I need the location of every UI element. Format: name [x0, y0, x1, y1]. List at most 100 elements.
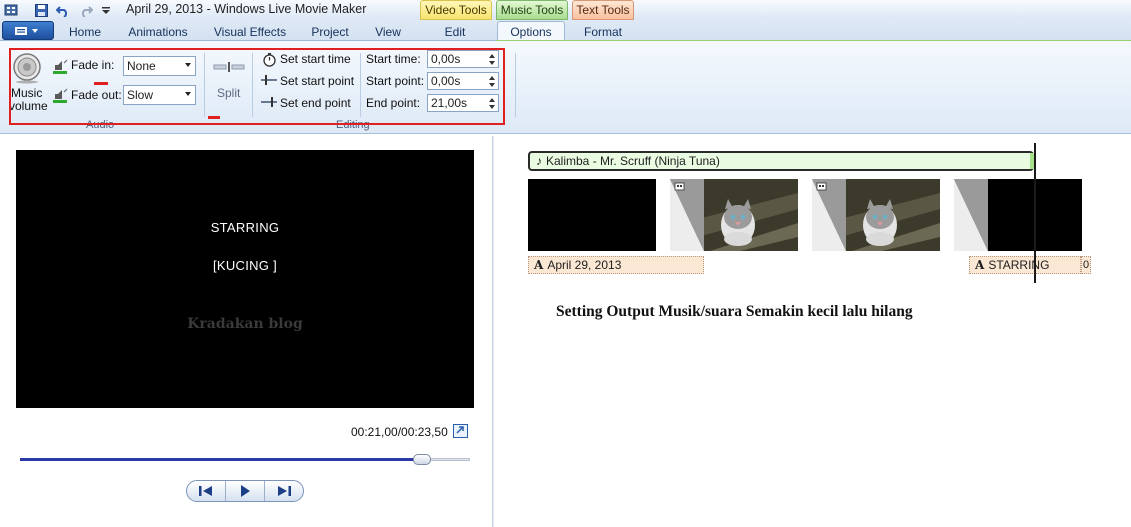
fade-in-label: Fade in: [71, 58, 115, 72]
watermark: Kradakan blog [187, 316, 303, 332]
music-volume-label-line2[interactable]: volume [9, 99, 48, 113]
set-start-time-button[interactable]: Set start time [280, 52, 351, 66]
music-note-icon: ♪ [536, 154, 542, 168]
fade-out-dropdown[interactable]: Slow [123, 85, 196, 105]
audio-group-label: Audio [86, 119, 115, 131]
ribbon-tab-row: Home Animations Visual Effects Project V… [0, 20, 1131, 42]
set-end-point-icon [261, 95, 277, 109]
app-icon[interactable] [2, 1, 20, 19]
music-volume-label-line1[interactable]: Music [11, 86, 42, 100]
play-icon [241, 485, 250, 497]
end-point-spinner[interactable]: 21,00s [427, 94, 499, 112]
preview-caption-line1: STARRING [210, 220, 280, 235]
caption-clip[interactable]: A April 29, 2013 [528, 256, 704, 274]
group-separator [515, 53, 516, 117]
caption-a-icon: A [534, 258, 544, 272]
set-start-point-button[interactable]: Set start point [280, 74, 354, 88]
end-point-label: End point: [366, 96, 421, 110]
playhead[interactable] [1034, 143, 1036, 283]
start-point-label: Start point: [366, 74, 425, 88]
video-clip-thumbnail[interactable] [812, 179, 940, 251]
spinner-up-icon[interactable] [489, 54, 495, 58]
file-menu-icon [15, 26, 38, 35]
context-group-music-tools: Music Tools [496, 0, 568, 20]
transition-thumbnail-image [954, 179, 1082, 251]
spinner-down-icon[interactable] [489, 105, 495, 109]
set-start-point-icon [261, 73, 277, 87]
tab-options[interactable]: Options [497, 21, 565, 42]
pane-divider[interactable] [492, 136, 494, 527]
save-icon[interactable] [32, 1, 50, 19]
window-title: April 29, 2013 - Windows Live Movie Make… [126, 2, 367, 16]
caption-clip-text: April 29, 2013 [547, 258, 622, 272]
tab-project[interactable]: Project [306, 23, 354, 41]
fade-out-icon [51, 86, 69, 104]
editing-group-label: Editing [336, 119, 370, 131]
seek-bar-progress [20, 458, 422, 461]
context-group-video-tools: Video Tools [420, 0, 492, 20]
tab-format[interactable]: Format [578, 23, 628, 41]
spinner-down-icon[interactable] [489, 83, 495, 87]
start-time-value: 0,00s [431, 52, 461, 66]
play-button[interactable] [226, 481, 265, 501]
fade-in-value: None [127, 59, 156, 73]
end-point-value: 21,00s [431, 96, 468, 110]
group-separator [360, 53, 361, 117]
split-button[interactable]: Split [217, 86, 240, 100]
tab-visual-effects[interactable]: Visual Effects [208, 23, 292, 41]
music-track-clip[interactable]: ♪ Kalimba - Mr. Scruff (Ninja Tuna) [528, 151, 1034, 171]
spinner-down-icon[interactable] [489, 61, 495, 65]
tab-animations[interactable]: Animations [122, 23, 194, 41]
fade-out-value: Slow [127, 88, 154, 102]
start-time-label: Start time: [366, 52, 421, 66]
set-end-point-button[interactable]: Set end point [280, 96, 351, 110]
group-separator [252, 53, 253, 117]
fade-out-label: Fade out: [71, 88, 122, 102]
video-clip-thumbnail[interactable] [528, 179, 656, 251]
caption-clip-text: 0 [1083, 259, 1090, 271]
kitten-thumbnail-image [670, 179, 798, 251]
video-clip-thumbnail[interactable] [670, 179, 798, 251]
stopwatch-icon [261, 51, 277, 67]
preview-timecode: 00:21,00/00:23,50 [351, 425, 448, 439]
file-menu-button[interactable] [2, 21, 54, 40]
context-group-text-tools: Text Tools [572, 0, 634, 20]
annotation-marker [94, 82, 108, 85]
playback-controls [186, 480, 304, 502]
start-point-spinner[interactable]: 0,00s [427, 72, 499, 90]
title-bar: April 29, 2013 - Windows Live Movie Make… [0, 0, 1131, 20]
tab-view[interactable]: View [368, 23, 408, 41]
caption-clip-text: STARRING [988, 258, 1050, 272]
spinner-up-icon[interactable] [489, 76, 495, 80]
split-icon[interactable] [213, 60, 245, 74]
customize-toolbar-icon[interactable] [97, 1, 115, 19]
caption-clip[interactable]: 0 [1081, 256, 1091, 274]
start-point-value: 0,00s [431, 74, 461, 88]
fade-in-icon [51, 57, 69, 75]
video-clip-thumbnail[interactable] [954, 179, 1082, 251]
chevron-down-icon [185, 92, 191, 96]
music-clip-title: Kalimba - Mr. Scruff (Ninja Tuna) [546, 154, 720, 168]
chevron-down-icon [185, 63, 191, 67]
spinner-up-icon[interactable] [489, 98, 495, 102]
fade-in-dropdown[interactable]: None [123, 56, 196, 76]
kitten-thumbnail-image [812, 179, 940, 251]
redo-icon[interactable] [77, 1, 95, 19]
preview-caption-line2: [KUCING ] [212, 258, 278, 273]
previous-frame-icon [199, 486, 212, 496]
start-time-spinner[interactable]: 0,00s [427, 50, 499, 68]
group-separator [204, 53, 205, 117]
annotation-marker [208, 116, 220, 119]
preview-monitor[interactable]: STARRING [KUCING ] Kradakan blog [16, 150, 474, 408]
next-frame-icon [278, 486, 291, 496]
previous-frame-button[interactable] [187, 481, 226, 501]
annotation-note: Setting Output Musik/suara Semakin kecil… [556, 303, 913, 320]
seek-thumb[interactable] [413, 454, 431, 465]
caption-clip[interactable]: A STARRING [969, 256, 1081, 274]
fullscreen-icon[interactable] [453, 424, 468, 438]
undo-icon[interactable] [54, 1, 72, 19]
tab-edit[interactable]: Edit [436, 23, 474, 41]
music-volume-speaker-icon[interactable] [11, 51, 43, 85]
tab-home[interactable]: Home [62, 23, 108, 41]
next-frame-button[interactable] [265, 481, 303, 501]
